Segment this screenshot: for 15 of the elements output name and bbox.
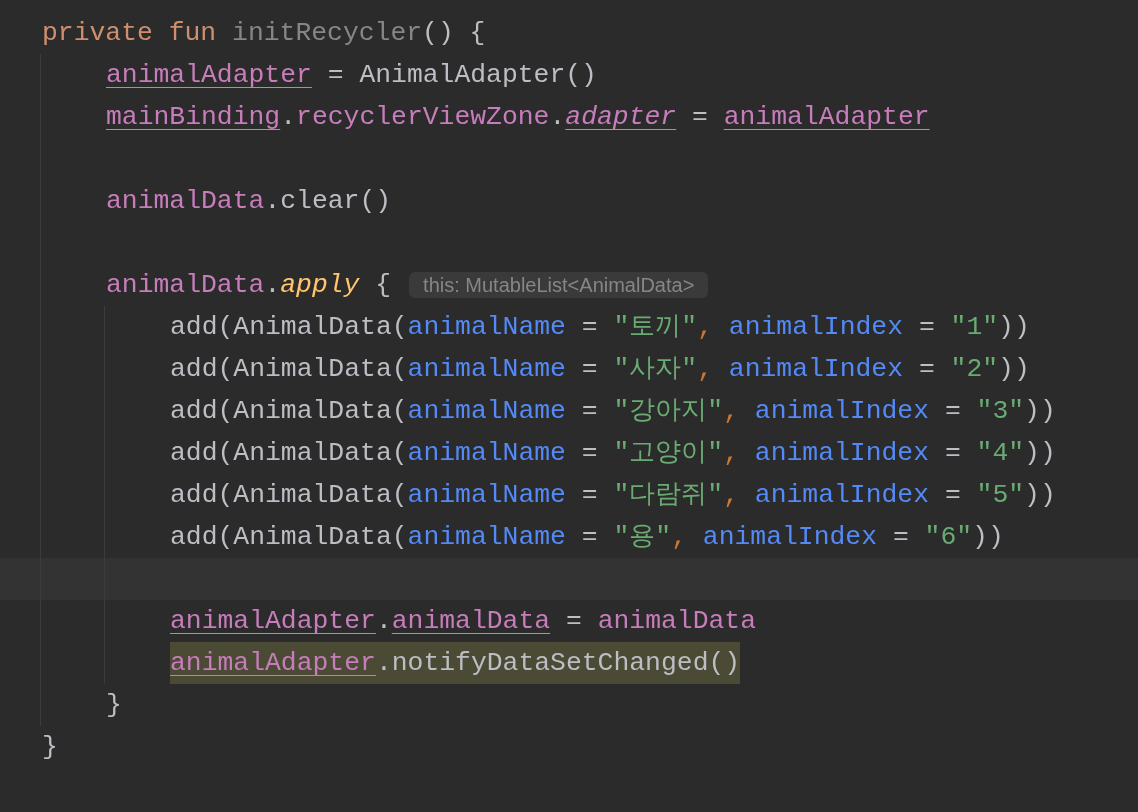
code-line: add(AnimalData(animalName = "고양이", animalIndex = "4"))	[170, 437, 1056, 470]
code-line: add(AnimalData(animalName = "토끼", animalIndex = "1"))	[170, 311, 1030, 344]
code-line: add(AnimalData(animalName = "다람쥐", animalIndex = "5"))	[170, 479, 1056, 512]
code-line: }	[42, 731, 58, 764]
code-line: add(AnimalData(animalName = "강아지", animalIndex = "3"))	[170, 395, 1056, 428]
code-line: animalAdapter.animalData = animalData	[170, 605, 756, 638]
code-line: private fun initRecycler() {	[42, 17, 486, 50]
code-line: animalData.clear()	[106, 185, 392, 218]
code-line: add(AnimalData(animalName = "사자", animalIndex = "2"))	[170, 353, 1030, 386]
code-line: }	[106, 689, 122, 722]
code-line: mainBinding.recyclerViewZone.adapter = animalAdapter	[106, 101, 930, 134]
code-line: animalAdapter = AnimalAdapter()	[106, 59, 597, 92]
code-line: animalData.apply {	[106, 269, 392, 302]
code-line: add(AnimalData(animalName = "용", animalIndex = "6"))	[170, 521, 1004, 554]
inlay-hint: this: MutableList<AnimalData>	[409, 272, 709, 298]
